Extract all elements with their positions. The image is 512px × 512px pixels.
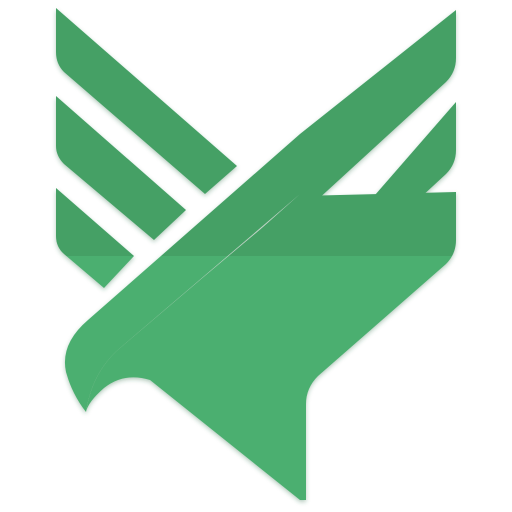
app-icon-canvas [0,0,512,512]
eagle-lower-body [86,192,456,500]
eagle-wing-logo-icon [56,8,457,500]
